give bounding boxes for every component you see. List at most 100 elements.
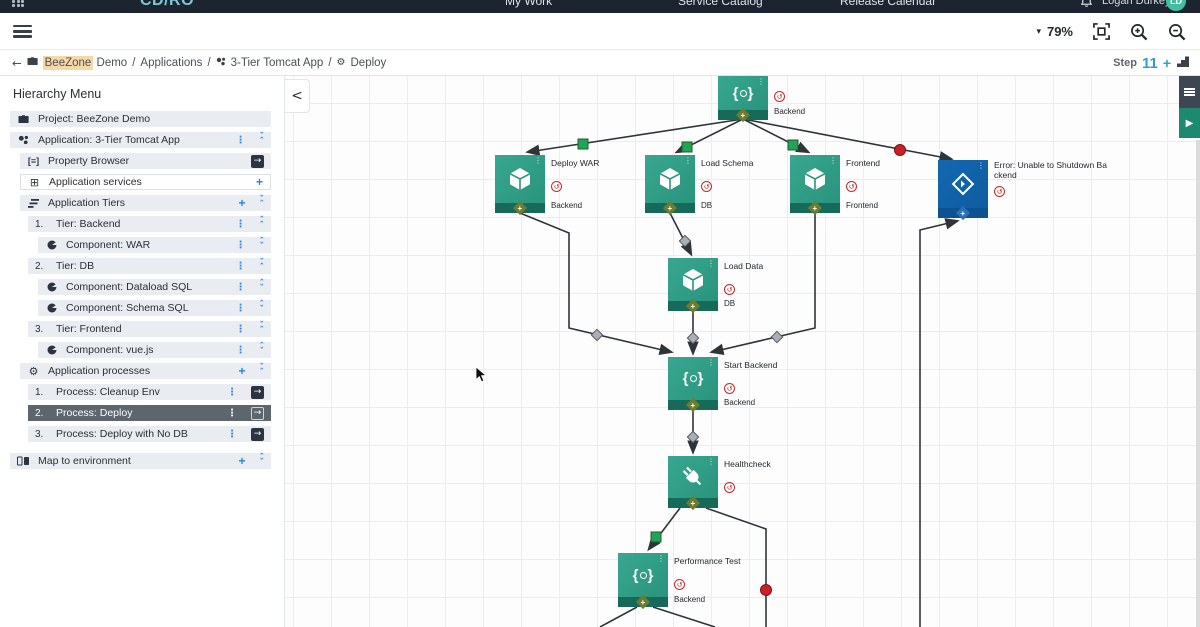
item-menu-icon[interactable]: ⋮ bbox=[236, 135, 246, 146]
error-badge-icon[interactable]: ↺ bbox=[701, 181, 712, 192]
item-menu-icon[interactable]: ⋮ bbox=[227, 429, 237, 440]
stairs-icon[interactable] bbox=[1176, 55, 1190, 71]
item-open-button[interactable]: → bbox=[251, 427, 264, 441]
item-add-button[interactable]: + bbox=[238, 196, 245, 210]
item-menu-icon[interactable]: ⋮ bbox=[236, 240, 246, 251]
nav-item-release-calendar[interactable]: Release Calendar bbox=[840, 0, 936, 13]
item-menu-icon[interactable]: ⋮ bbox=[236, 345, 246, 356]
node-add-icon[interactable]: + bbox=[662, 200, 678, 216]
node-frontend[interactable]: ⋮ + Frontend ↺ Frontend bbox=[790, 155, 880, 216]
item-menu-icon[interactable]: ⋮ bbox=[236, 219, 246, 230]
node-add-icon[interactable]: + bbox=[685, 397, 701, 413]
apps-grid-icon[interactable] bbox=[12, 0, 24, 13]
error-badge-icon[interactable]: ↺ bbox=[551, 181, 562, 192]
sidebar-item-component-war[interactable]: Component: WAR ⋮ ˆ ˇ bbox=[38, 237, 271, 253]
node-healthcheck[interactable]: ⋮ + Healthcheck ↺ bbox=[668, 456, 771, 511]
item-menu-icon[interactable]: ⋮ bbox=[236, 261, 246, 272]
add-step-button[interactable]: + bbox=[1163, 55, 1171, 71]
zoom-out-button[interactable] bbox=[1168, 23, 1186, 41]
collapse-icon[interactable]: ˇˆ bbox=[260, 196, 265, 209]
process-canvas[interactable]: ⋮ {} + ↺ Backend ⋮ + Deploy WAR ↺ Backend ⋮ +… bbox=[285, 76, 1200, 627]
error-badge-icon[interactable]: ↺ bbox=[846, 181, 857, 192]
node-menu-icon[interactable]: ⋮ bbox=[534, 156, 542, 165]
sidebar-item-process-deploy[interactable]: 2. Process: Deploy ⋮ → bbox=[28, 405, 271, 421]
node-load-data[interactable]: ⋮ + Load Data ↺ DB bbox=[668, 258, 763, 314]
node-menu-icon[interactable]: ⋮ bbox=[657, 554, 665, 563]
item-add-button[interactable]: + bbox=[238, 364, 245, 378]
error-badge-icon[interactable]: ↺ bbox=[774, 91, 785, 102]
sidebar-item-process-cleanup-env[interactable]: 1. Process: Cleanup Env ⋮ → bbox=[28, 384, 271, 400]
node-add-icon[interactable]: + bbox=[955, 205, 971, 221]
canvas-menu-button[interactable] bbox=[1179, 76, 1200, 108]
node-add-icon[interactable]: + bbox=[685, 495, 701, 511]
zoom-in-button[interactable] bbox=[1130, 23, 1148, 41]
node-add-icon[interactable]: + bbox=[635, 594, 651, 610]
nav-item-service-catalog[interactable]: Service Catalog bbox=[678, 0, 763, 13]
item-menu-icon[interactable]: ⋮ bbox=[227, 408, 237, 419]
error-badge-icon[interactable]: ↺ bbox=[674, 579, 685, 590]
expand-icon[interactable]: ˆˇ bbox=[260, 343, 265, 356]
collapse-icon[interactable]: ˇˆ bbox=[260, 322, 265, 335]
sidebar-item-application-tiers[interactable]: Application Tiers + ˇ ˆ bbox=[20, 195, 271, 211]
expand-icon[interactable]: ˆˇ bbox=[260, 238, 265, 251]
sidebar-item-tier-frontend[interactable]: 3. Tier: Frontend ⋮ ˇ ˆ bbox=[28, 321, 271, 337]
nav-item-my-work[interactable]: My Work bbox=[505, 0, 552, 13]
node-shutdown[interactable]: ⋮ {} + ↺ Backend bbox=[718, 76, 805, 123]
fit-to-screen-button[interactable] bbox=[1093, 23, 1110, 40]
sidebar-item-process-deploy-with-no-db[interactable]: 3. Process: Deploy with No DB ⋮ → bbox=[28, 426, 271, 442]
node-menu-icon[interactable]: ⋮ bbox=[707, 259, 715, 268]
node-start-backend[interactable]: ⋮ {} + Start Backend ↺ Backend bbox=[668, 357, 777, 413]
sidebar-item-component-dataload-sql[interactable]: Component: Dataload SQL ⋮ ˆ ˇ bbox=[38, 279, 271, 295]
item-open-button[interactable]: → bbox=[251, 406, 264, 420]
node-error-manual[interactable]: ⋮ + Error: Unable to Shutdown Backend ↺ bbox=[938, 160, 1107, 221]
error-badge-icon[interactable]: ↺ bbox=[994, 186, 1005, 197]
breadcrumb-segment-deploy[interactable]: Deploy bbox=[351, 57, 387, 69]
item-menu-icon[interactable]: ⋮ bbox=[236, 282, 246, 293]
bell-icon[interactable] bbox=[1080, 0, 1093, 13]
sidebar-item-component-schema-sql[interactable]: Component: Schema SQL ⋮ ˆ ˇ bbox=[38, 300, 271, 316]
expand-icon[interactable]: ˆˇ bbox=[260, 301, 265, 314]
sidebar-item-property-browser[interactable]: [≡] Property Browser → bbox=[20, 153, 271, 169]
collapse-icon[interactable]: ˇˆ bbox=[260, 217, 265, 230]
expand-icon[interactable]: ˆˇ bbox=[260, 280, 265, 293]
node-menu-icon[interactable]: ⋮ bbox=[707, 358, 715, 367]
expand-icon[interactable]: ˆˇ bbox=[260, 454, 265, 467]
item-open-button[interactable]: → bbox=[251, 385, 264, 399]
run-process-button[interactable]: ▶ bbox=[1179, 108, 1200, 138]
node-add-icon[interactable]: + bbox=[735, 107, 751, 123]
item-add-button[interactable]: + bbox=[256, 175, 263, 189]
back-arrow-icon[interactable]: ← bbox=[12, 56, 22, 70]
collapse-icon[interactable]: ˇˆ bbox=[260, 259, 265, 272]
node-menu-icon[interactable]: ⋮ bbox=[829, 156, 837, 165]
sidebar-item-application-services[interactable]: ⊞ Application services + bbox=[20, 174, 271, 190]
breadcrumb-segment-app[interactable]: 3-Tier Tomcat App bbox=[231, 57, 324, 69]
item-open-button[interactable]: → bbox=[251, 154, 264, 168]
hamburger-menu-icon[interactable] bbox=[13, 25, 32, 38]
breadcrumb-project-highlight[interactable]: BeeZone bbox=[42, 55, 94, 70]
item-menu-icon[interactable]: ⋮ bbox=[227, 387, 237, 398]
node-menu-icon[interactable]: ⋮ bbox=[684, 156, 692, 165]
error-badge-icon[interactable]: ↺ bbox=[724, 482, 735, 493]
error-badge-icon[interactable]: ↺ bbox=[724, 284, 735, 295]
node-load-schema[interactable]: ⋮ + Load Schema ↺ DB bbox=[645, 155, 753, 216]
user-name[interactable]: Logan Durkey bbox=[1102, 0, 1171, 13]
node-menu-icon[interactable]: ⋮ bbox=[707, 457, 715, 466]
node-menu-icon[interactable]: ⋮ bbox=[977, 161, 985, 170]
collapse-icon[interactable]: ˇˆ bbox=[260, 364, 265, 377]
breadcrumb-segment-applications[interactable]: Applications bbox=[140, 57, 202, 69]
sidebar-collapse-button[interactable]: < bbox=[285, 79, 310, 113]
node-add-icon[interactable]: + bbox=[512, 200, 528, 216]
node-add-icon[interactable]: + bbox=[807, 200, 823, 216]
sidebar-item-tier-backend[interactable]: 1. Tier: Backend ⋮ ˇ ˆ bbox=[28, 216, 271, 232]
sidebar-item-component-vue-js[interactable]: Component: vue.js ⋮ ˆ ˇ bbox=[38, 342, 271, 358]
node-deploy-war[interactable]: ⋮ + Deploy WAR ↺ Backend bbox=[495, 155, 599, 216]
zoom-level-dropdown[interactable]: ▾ 79% bbox=[1036, 24, 1073, 39]
node-add-icon[interactable]: + bbox=[685, 298, 701, 314]
sidebar-item-application-processes[interactable]: ⚙ Application processes + ˇ ˆ bbox=[20, 363, 271, 379]
app-logo[interactable]: CD/RO bbox=[140, 0, 194, 13]
sidebar-item-tier-db[interactable]: 2. Tier: DB ⋮ ˇ ˆ bbox=[28, 258, 271, 274]
sidebar-item-application-3-tier-tomcat-app[interactable]: Application: 3-Tier Tomcat App ⋮ ˇ ˆ bbox=[10, 132, 271, 148]
item-menu-icon[interactable]: ⋮ bbox=[236, 324, 246, 335]
sidebar-item-map-to-environment[interactable]: Map to environment + ˆ ˇ bbox=[10, 453, 271, 469]
item-add-button[interactable]: + bbox=[238, 454, 245, 468]
